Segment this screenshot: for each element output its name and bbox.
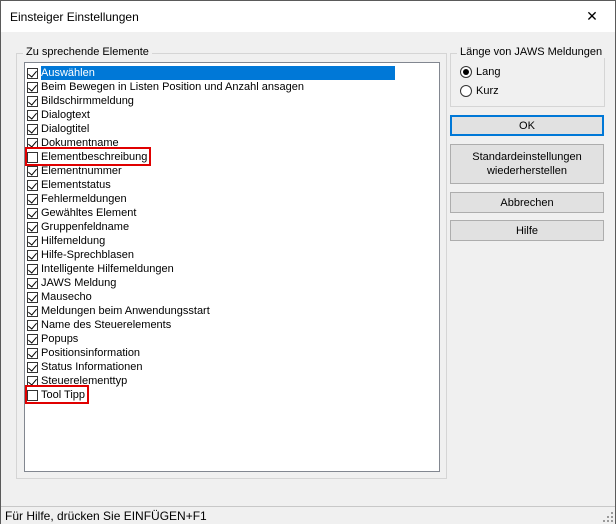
checklist-item[interactable]: Intelligente Hilfemeldungen	[27, 262, 174, 276]
checklist-item-label: Gruppenfeldname	[41, 221, 130, 233]
close-icon[interactable]: ✕	[569, 1, 615, 32]
checklist-item[interactable]: Hilfe-Sprechblasen	[27, 248, 134, 262]
checklist-item[interactable]: Dialogtitel	[27, 122, 89, 136]
checklist-item[interactable]: Status Informationen	[27, 360, 143, 374]
checklist-item[interactable]: Beim Bewegen in Listen Position und Anza…	[27, 80, 304, 94]
radio-lang-indicator[interactable]	[460, 66, 472, 78]
checklist-item-label: Meldungen beim Anwendungsstart	[41, 305, 210, 317]
restore-defaults-button[interactable]: Standardeinstellungen wiederherstellen	[450, 144, 604, 184]
checklist-item-label: JAWS Meldung	[41, 277, 117, 289]
checklist-item-label: Status Informationen	[41, 361, 143, 373]
checklist-item-label: Beim Bewegen in Listen Position und Anza…	[41, 81, 304, 93]
highlight-box	[25, 385, 89, 404]
checkbox-checked[interactable]	[27, 221, 38, 233]
checkbox-checked[interactable]	[27, 179, 38, 191]
checklist-item[interactable]: Gruppenfeldname	[27, 220, 129, 234]
checklist-item-label: Dialogtitel	[41, 123, 90, 135]
cancel-button[interactable]: Abbrechen	[450, 192, 604, 213]
checkbox-checked[interactable]	[27, 361, 38, 373]
window-title: Einsteiger Einstellungen	[10, 10, 139, 24]
checklist-item[interactable]: Bildschirmmeldung	[27, 94, 134, 108]
checklist-item[interactable]: Meldungen beim Anwendungsstart	[27, 304, 210, 318]
radio-lang-label: Lang	[476, 66, 501, 78]
checklist-item[interactable]: Popups	[27, 332, 78, 346]
length-group-label: Länge von JAWS Meldungen	[457, 46, 606, 58]
checkbox-checked[interactable]	[27, 123, 38, 135]
checklist-item-label: Popups	[41, 333, 79, 345]
radio-kurz[interactable]: Kurz	[460, 85, 499, 97]
ok-button[interactable]: OK	[450, 115, 604, 136]
checkbox-checked[interactable]	[27, 263, 38, 275]
length-group: Länge von JAWS Meldungen	[450, 46, 606, 107]
checkbox-checked[interactable]	[27, 67, 38, 79]
checkbox-checked[interactable]	[27, 193, 38, 205]
cancel-button-label: Abbrechen	[500, 196, 554, 209]
checkbox-checked[interactable]	[27, 319, 38, 331]
elements-checklist[interactable]: Auswählen Beim Bewegen in Listen Position…	[24, 62, 440, 472]
restore-defaults-label-line2: wiederherstellen	[486, 165, 568, 177]
checklist-item-label: Name des Steuerelements	[41, 319, 172, 331]
status-bar: Für Hilfe, drücken Sie EINFÜGEN+F1	[1, 506, 615, 524]
checklist-item[interactable]: Hilfemeldung	[27, 234, 105, 248]
checklist-item[interactable]: Elementnummer	[27, 164, 122, 178]
help-button[interactable]: Hilfe	[450, 220, 604, 241]
checklist-item-label: Auswählen	[41, 66, 395, 80]
checklist-item[interactable]: Dialogtext	[27, 108, 90, 122]
radio-kurz-label: Kurz	[476, 85, 499, 97]
checkbox-checked[interactable]	[27, 165, 38, 177]
elements-group-label: Zu sprechende Elemente	[23, 46, 152, 58]
checklist-item[interactable]: Auswählen	[27, 66, 395, 80]
checkbox-checked[interactable]	[27, 95, 38, 107]
checkbox-checked[interactable]	[27, 109, 38, 121]
checklist-item[interactable]: Name des Steuerelements	[27, 318, 171, 332]
checkbox-checked[interactable]	[27, 249, 38, 261]
checkbox-checked[interactable]	[27, 207, 38, 219]
checklist-item-label: Hilfe-Sprechblasen	[41, 249, 134, 261]
title-bar: Einsteiger Einstellungen ✕	[1, 1, 615, 32]
restore-defaults-label-line1: Standardeinstellungen	[472, 151, 582, 163]
checklist-item[interactable]: Positionsinformation	[27, 346, 140, 360]
checkbox-checked[interactable]	[27, 277, 38, 289]
checkbox-checked[interactable]	[27, 81, 38, 93]
checklist-item-label: Positionsinformation	[41, 347, 141, 359]
help-button-label: Hilfe	[515, 224, 538, 237]
checklist-item[interactable]: Elementstatus	[27, 178, 111, 192]
checklist-item-label: Fehlermeldungen	[41, 193, 127, 205]
checklist-item-label: Elementstatus	[41, 179, 111, 191]
checkbox-checked[interactable]	[27, 235, 38, 247]
checklist-item-label: Gewähltes Element	[41, 207, 137, 219]
checklist-item-label: Intelligente Hilfemeldungen	[41, 263, 174, 275]
checkbox-checked[interactable]	[27, 347, 38, 359]
checklist-item-label: Bildschirmmeldung	[41, 95, 134, 107]
checkbox-checked[interactable]	[27, 305, 38, 317]
checklist-item[interactable]: Fehlermeldungen	[27, 192, 127, 206]
checklist-item-label: Dialogtext	[41, 109, 90, 121]
radio-lang[interactable]: Lang	[460, 66, 500, 78]
checklist-item[interactable]: Mausecho	[27, 290, 92, 304]
checklist-item-label: Hilfemeldung	[41, 235, 106, 247]
resize-grip-icon[interactable]	[603, 512, 613, 522]
ok-button-label: OK	[519, 119, 535, 132]
checkbox-checked[interactable]	[27, 291, 38, 303]
checklist-item-label: Elementnummer	[41, 165, 122, 177]
status-text: Für Hilfe, drücken Sie EINFÜGEN+F1	[5, 509, 207, 523]
dialog-window: Einsteiger Einstellungen ✕ Zu sprechende…	[0, 0, 616, 524]
checklist-item[interactable]: JAWS Meldung	[27, 276, 116, 290]
checkbox-checked[interactable]	[27, 333, 38, 345]
checklist-item-label: Mausecho	[41, 291, 92, 303]
checklist-item[interactable]: Gewähltes Element	[27, 206, 136, 220]
radio-kurz-indicator[interactable]	[460, 85, 472, 97]
